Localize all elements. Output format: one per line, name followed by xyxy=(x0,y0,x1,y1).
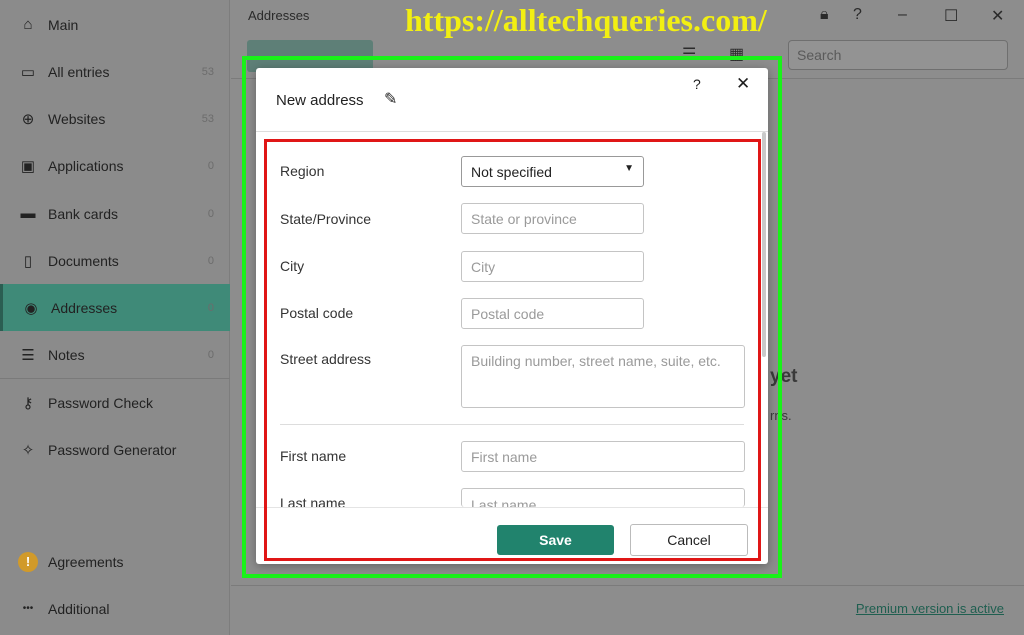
home-icon: ⌂ xyxy=(23,16,33,33)
sidebar-item-count: 53 xyxy=(201,65,214,78)
watermark: https://alltechqueries.com/ xyxy=(405,2,767,38)
magic-wand-icon: ✧ xyxy=(21,441,35,459)
search-input[interactable]: Search xyxy=(788,40,1008,70)
close-window-icon[interactable]: ✕ xyxy=(991,6,1004,26)
sidebar-item-label: Additional xyxy=(48,600,110,617)
page-title: Addresses xyxy=(248,8,310,23)
folder-icon: ▭ xyxy=(20,63,36,81)
sidebar-item-label: Main xyxy=(48,16,79,33)
sidebar-item-password-generator[interactable]: ✧ Password Generator xyxy=(0,426,230,473)
sidebar-item-label: Bank cards xyxy=(48,205,119,222)
sidebar-item-bank-cards[interactable]: ▬ Bank cards 0 xyxy=(0,190,230,237)
document-icon: ▯ xyxy=(23,252,33,270)
premium-link[interactable]: Premium version is active xyxy=(856,601,1004,616)
highlight-box-red xyxy=(264,139,761,561)
sidebar-item-main[interactable]: ⌂ Main xyxy=(0,1,230,48)
lock-icon[interactable]: 🔒︎ xyxy=(820,6,829,24)
globe-icon: ⊕ xyxy=(21,110,35,128)
sidebar-item-label: Password Generator xyxy=(48,441,177,458)
sidebar-divider xyxy=(0,378,230,379)
sidebar-item-count: 0 xyxy=(207,207,214,220)
sidebar-item-addresses[interactable]: ◉ Addresses 0 xyxy=(0,284,230,331)
more-icon: ••• xyxy=(22,603,34,614)
sidebar-item-count: 0 xyxy=(207,348,214,361)
key-icon: ⚷ xyxy=(22,394,34,412)
sidebar-item-notes[interactable]: ☰ Notes 0 xyxy=(0,331,230,378)
sidebar-item-agreements[interactable]: ! Agreements xyxy=(0,538,230,585)
sidebar-item-count: 53 xyxy=(201,112,214,125)
dialog-title: New address xyxy=(276,92,364,109)
help-icon[interactable]: ? xyxy=(693,76,701,92)
sidebar-item-all-entries[interactable]: ▭ All entries 53 xyxy=(0,48,230,95)
warning-icon: ! xyxy=(18,551,38,572)
card-icon: ▬ xyxy=(20,205,36,222)
sidebar-item-count: 0 xyxy=(207,301,214,314)
maximize-icon[interactable]: ☐ xyxy=(944,6,958,26)
sidebar-item-label: Websites xyxy=(48,110,106,127)
sidebar-item-label: Password Check xyxy=(48,394,154,411)
close-icon[interactable]: ✕ xyxy=(736,74,750,94)
sidebar-item-label: Applications xyxy=(48,157,124,174)
edit-pencil-icon[interactable]: ✎ xyxy=(384,89,397,109)
sidebar-item-documents[interactable]: ▯ Documents 0 xyxy=(0,237,230,284)
footer-divider xyxy=(231,585,1024,586)
sidebar-item-websites[interactable]: ⊕ Websites 53 xyxy=(0,95,230,142)
sidebar-item-applications[interactable]: ▣ Applications 0 xyxy=(0,142,230,189)
sidebar-item-label: Addresses xyxy=(51,299,118,316)
sidebar-item-label: All entries xyxy=(48,63,110,80)
sidebar-item-password-check[interactable]: ⚷ Password Check xyxy=(0,379,230,426)
sidebar: ⌂ Main ▭ All entries 53 ⊕ Websites 53 ▣ Applicati… xyxy=(0,0,230,635)
sidebar-item-additional[interactable]: ••• Additional xyxy=(0,585,230,632)
sidebar-item-count: 0 xyxy=(207,159,214,172)
sidebar-item-count: 0 xyxy=(207,254,214,267)
minimize-icon[interactable]: – xyxy=(898,6,907,24)
application-icon: ▣ xyxy=(20,157,36,175)
help-icon[interactable]: ? xyxy=(853,6,862,24)
scrollbar[interactable] xyxy=(762,132,766,357)
sidebar-item-label: Notes xyxy=(48,346,85,363)
sidebar-item-label: Agreements xyxy=(48,553,124,570)
location-pin-icon: ◉ xyxy=(24,299,38,317)
sidebar-item-label: Documents xyxy=(48,252,119,269)
notes-icon: ☰ xyxy=(21,346,35,364)
